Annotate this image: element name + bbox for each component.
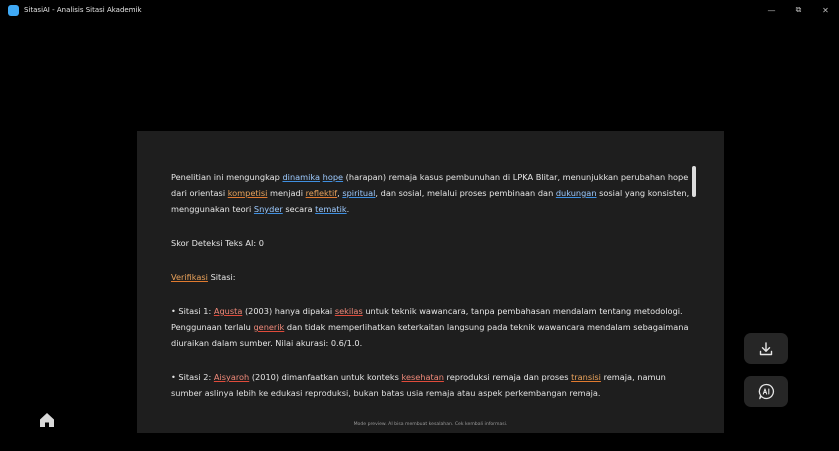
flagged-word[interactable]: spiritual: [342, 188, 375, 198]
text: • Sitasi 2:: [171, 372, 214, 382]
flagged-word[interactable]: sekilas: [335, 306, 363, 316]
ai-assistant-button[interactable]: [744, 376, 788, 407]
flagged-word[interactable]: reflektif: [306, 188, 338, 198]
scrollbar-thumb[interactable]: [692, 166, 696, 197]
flagged-word[interactable]: kesehatan: [402, 372, 444, 382]
app-logo-icon: [8, 4, 19, 16]
flagged-word[interactable]: Verifikasi: [171, 272, 208, 282]
title-bar: SitasiAI - Analisis Sitasi Akademik — ⧉ …: [0, 0, 839, 20]
flagged-word[interactable]: transisi: [571, 372, 601, 382]
analysis-panel: Penelitian ini mengungkap dinamika hope …: [137, 131, 724, 433]
download-button[interactable]: [744, 333, 788, 364]
text: (2010) dimanfaatkan untuk konteks: [249, 372, 402, 382]
text: reproduksi remaja dan proses: [443, 372, 572, 382]
window-title: SitasiAI - Analisis Sitasi Akademik: [24, 6, 142, 14]
close-button[interactable]: ✕: [812, 0, 839, 20]
flagged-word[interactable]: tematik: [315, 204, 346, 214]
minimize-button[interactable]: —: [758, 0, 785, 20]
analysis-text: Penelitian ini mengungkap dinamika hope …: [171, 169, 691, 419]
flagged-word[interactable]: generik: [253, 322, 284, 332]
flagged-word[interactable]: dinamika: [282, 172, 320, 182]
text: , dan sosial, melalui proses pembinaan d…: [375, 188, 556, 198]
citation-item: • Sitasi 1: Agusta (2003) hanya dipakai …: [171, 303, 691, 351]
text: secara: [282, 204, 316, 214]
text: Sitasi:: [207, 272, 236, 282]
flagged-word[interactable]: dukungan: [556, 188, 597, 198]
disclaimer-note: Mode preview. AI bisa membuat kesalahan.…: [353, 422, 508, 427]
home-icon: [40, 413, 54, 427]
text: • Sitasi 1:: [171, 306, 214, 316]
flagged-word[interactable]: Agusta: [214, 306, 242, 316]
ai-chat-icon: [758, 383, 774, 400]
flagged-word[interactable]: Aisyaroh: [214, 372, 249, 382]
fade-overlay: [137, 393, 724, 433]
home-button[interactable]: [38, 411, 56, 429]
text: (2003) hanya dipakai: [242, 306, 335, 316]
flagged-word[interactable]: hope: [323, 172, 343, 182]
text: menjadi: [267, 188, 306, 198]
text: Penelitian ini mengungkap: [171, 172, 283, 182]
flagged-word[interactable]: Snyder: [254, 204, 283, 214]
maximize-button[interactable]: ⧉: [785, 0, 812, 20]
download-icon: [759, 341, 773, 355]
verification-heading: Verifikasi Sitasi:: [171, 269, 691, 285]
summary-paragraph: Penelitian ini mengungkap dinamika hope …: [171, 169, 691, 217]
window-controls: — ⧉ ✕: [758, 0, 839, 20]
flagged-word[interactable]: kompetisi: [228, 188, 268, 198]
ai-detection-score: Skor Deteksi Teks AI: 0: [171, 238, 264, 248]
text: .: [346, 204, 350, 214]
